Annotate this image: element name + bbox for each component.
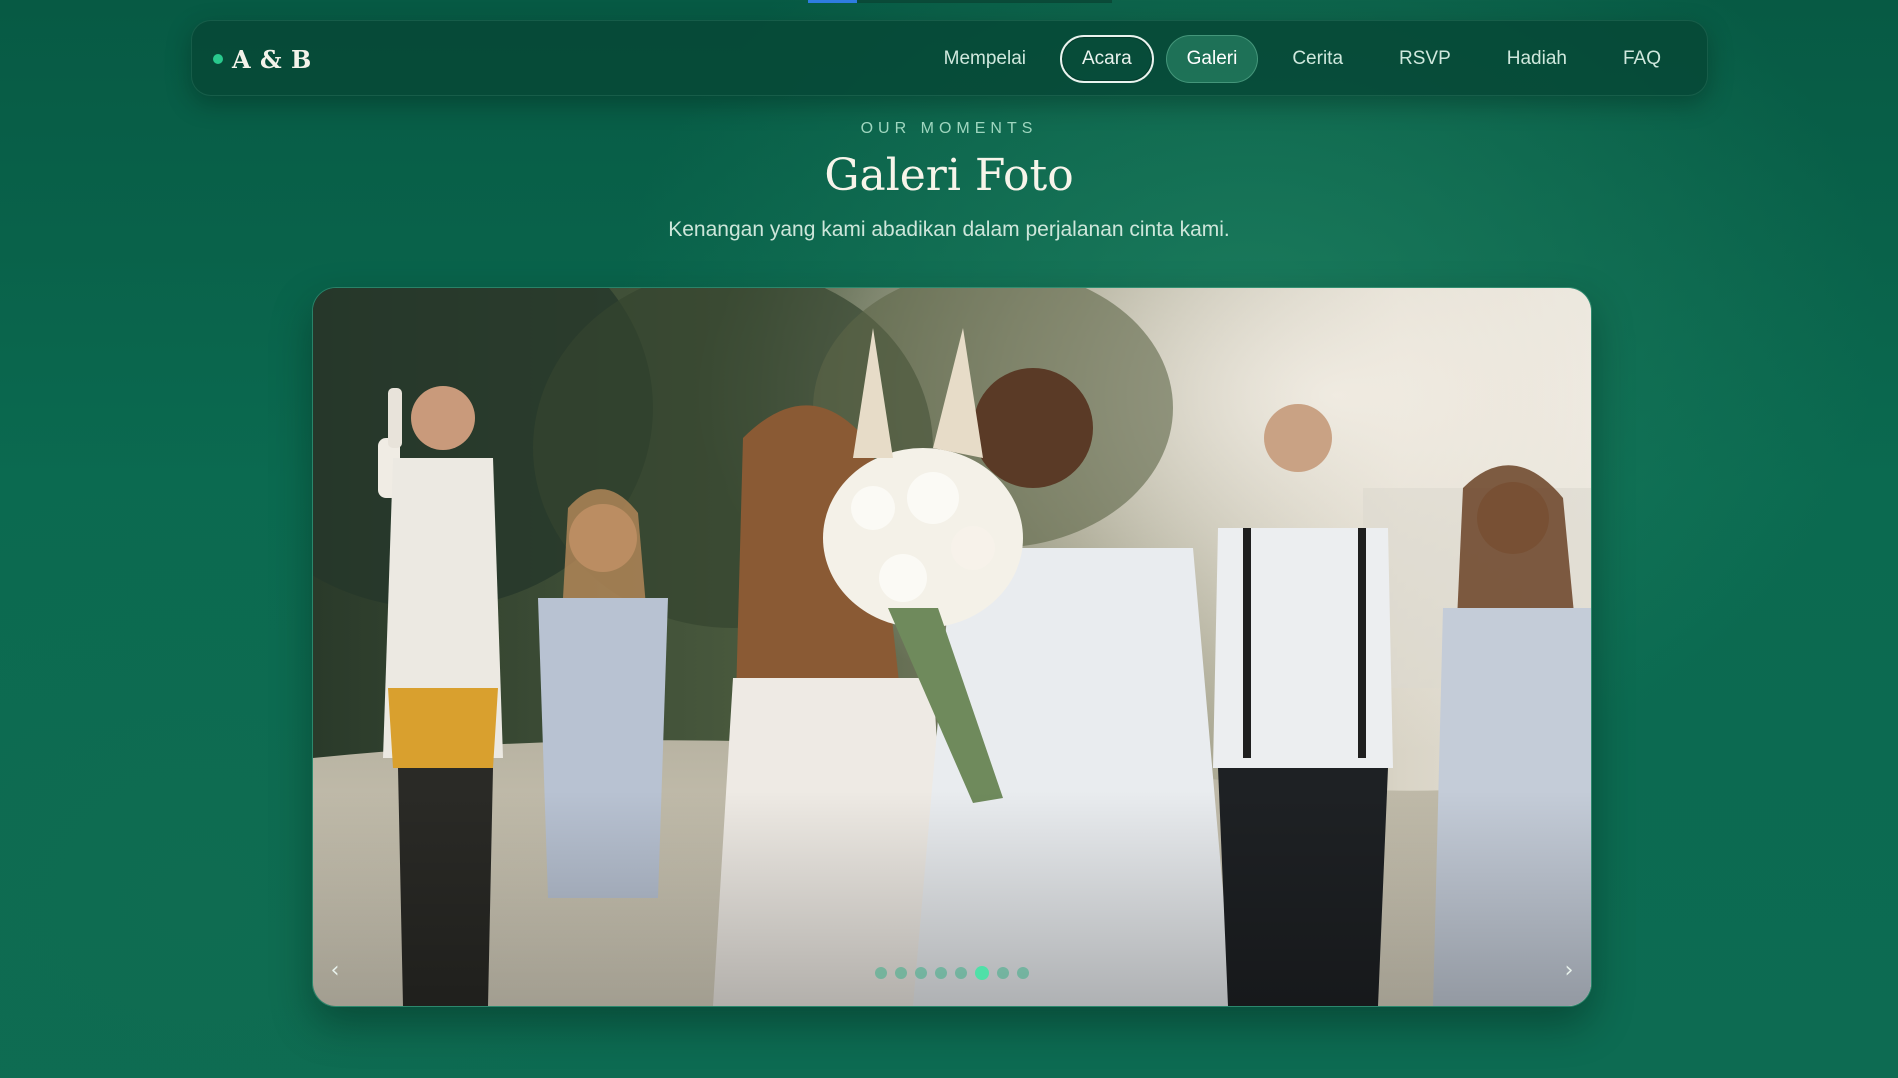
navbar: A & B Mempelai Acara Galeri Cerita RSVP …	[191, 20, 1708, 96]
brand-logo[interactable]: A & B	[213, 21, 312, 97]
carousel-dots	[313, 966, 1591, 980]
nav-link-acara[interactable]: Acara	[1060, 35, 1154, 83]
dot-icon	[213, 54, 223, 64]
nav-links: Mempelai Acara Galeri Cerita RSVP Hadiah…	[922, 21, 1683, 97]
nav-link-cerita[interactable]: Cerita	[1270, 35, 1365, 83]
carousel-dot[interactable]	[1017, 967, 1029, 979]
progress-fill	[808, 0, 857, 3]
carousel-dot[interactable]	[955, 967, 967, 979]
top-progress-bar	[808, 0, 1112, 3]
nav-link-mempelai[interactable]: Mempelai	[922, 35, 1048, 83]
photo-carousel: ‹ ›	[312, 287, 1592, 1007]
carousel-dot[interactable]	[975, 966, 989, 980]
nav-link-faq[interactable]: FAQ	[1601, 35, 1683, 83]
carousel-dot[interactable]	[935, 967, 947, 979]
nav-link-galeri[interactable]: Galeri	[1165, 35, 1259, 83]
nav-link-rsvp[interactable]: RSVP	[1377, 35, 1473, 83]
nav-link-hadiah[interactable]: Hadiah	[1485, 35, 1589, 83]
section-subtitle: Kenangan yang kami abadikan dalam perjal…	[668, 218, 1230, 241]
section-title: Galeri Foto	[824, 150, 1074, 201]
gallery-photo	[313, 288, 1591, 1006]
carousel-dot[interactable]	[997, 967, 1009, 979]
carousel-dot[interactable]	[915, 967, 927, 979]
brand-text: A & B	[232, 44, 312, 74]
carousel-dot[interactable]	[895, 967, 907, 979]
carousel-dot[interactable]	[875, 967, 887, 979]
section-eyebrow: OUR MOMENTS	[860, 120, 1038, 137]
